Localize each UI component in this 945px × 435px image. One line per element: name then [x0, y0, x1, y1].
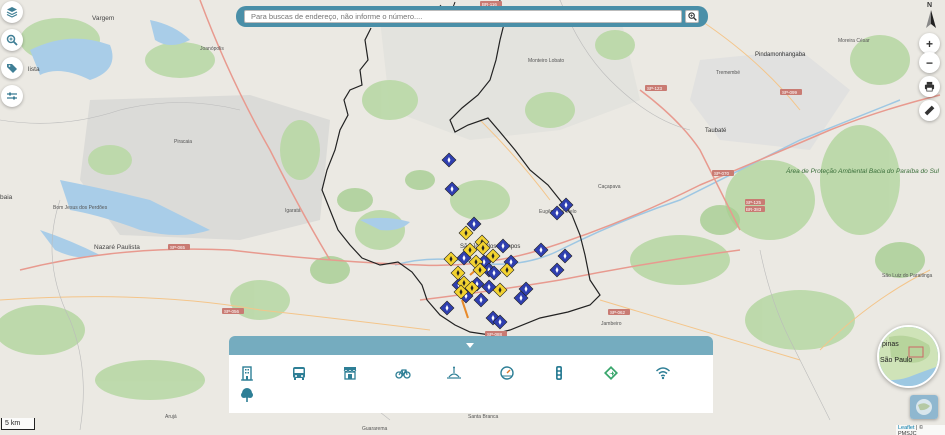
category-landmark[interactable] [445, 364, 463, 382]
zoom-search-button[interactable] [1, 29, 23, 51]
search-input[interactable] [244, 10, 682, 23]
shield-sp070: SP-070 [714, 171, 730, 176]
label-taubate: Taubaté [705, 128, 727, 134]
label-sao-luiz: São Luiz do Paraitinga [882, 273, 933, 279]
building-icon [241, 366, 253, 381]
zoom-out-label: − [925, 55, 933, 70]
category-bicycle[interactable] [394, 364, 412, 382]
left-toolbar [0, 0, 24, 110]
label-monteiro-lobato: Monteiro Lobato [528, 58, 564, 64]
north-arrow: N [921, 2, 941, 32]
label-bom-jesus: Bom Jesus dos Perdões [53, 205, 108, 211]
label-lista: lista [28, 66, 40, 73]
category-panel [229, 355, 713, 413]
market-icon [343, 367, 357, 380]
zoom-search-icon [6, 34, 18, 46]
category-wifi[interactable] [654, 364, 672, 382]
label-baia: baia [0, 194, 13, 201]
zoom-out-button[interactable]: − [919, 52, 940, 73]
tree-icon [241, 388, 253, 402]
wifi-icon [655, 367, 671, 380]
layers-button[interactable] [1, 1, 23, 23]
bicycle-icon [395, 369, 411, 379]
minimap[interactable]: pinas São Paulo [877, 325, 940, 388]
label-guararema: Guararema [362, 426, 388, 432]
label-apa: Área de Proteção Ambiental Bacia do Para… [785, 166, 940, 175]
category-building[interactable] [238, 364, 256, 382]
shield-sp125: SP-125 [746, 200, 762, 205]
category-bus[interactable] [290, 364, 308, 382]
search-button[interactable] [685, 10, 699, 23]
ruler-icon [924, 105, 935, 116]
shield-sp065: SP-065 [170, 245, 186, 250]
shield-br383: BR-383 [746, 207, 762, 212]
label-nazare: Nazaré Paulista [94, 244, 140, 251]
zoom-in-button[interactable]: + [919, 33, 940, 54]
traffic-light-icon [556, 366, 562, 380]
zoom-in-label: + [925, 36, 933, 51]
minimap-label-sao-paulo: São Paulo [880, 357, 913, 364]
attribution: Leaflet | © PMSJC [896, 425, 945, 435]
globe-icon [910, 395, 938, 419]
category-tree[interactable] [238, 386, 256, 404]
label-joanopolis: Joanópolis [200, 46, 224, 52]
tags-button[interactable] [1, 57, 23, 79]
label-aruja: Arujá [165, 414, 177, 420]
label-moreira-cesar: Moreira César [838, 38, 870, 44]
shield-sp099: SP-099 [782, 90, 798, 95]
filter-button[interactable] [1, 85, 23, 107]
scale-bar: 5 km [1, 418, 35, 430]
speed-icon [500, 366, 514, 380]
shield-sp123: SP-123 [647, 86, 663, 91]
category-speed[interactable] [498, 364, 516, 382]
category-traffic-light[interactable] [550, 364, 568, 382]
label-cacapava: Caçapava [598, 184, 621, 190]
label-igarata: Igaratá [285, 208, 301, 214]
label-jambeiro: Jambeiro [601, 321, 622, 327]
basemap-switch-button[interactable] [910, 395, 938, 419]
search-bar [236, 6, 708, 27]
minimap-label-campinas: pinas [882, 341, 899, 348]
category-road-sign[interactable] [602, 364, 620, 382]
label-piracaia: Piracaia [174, 139, 192, 145]
landmark-icon [447, 366, 461, 379]
label-tremembe: Tremembé [716, 70, 740, 76]
bus-icon [293, 367, 305, 380]
label-pindamonhangaba: Pindamonhangaba [755, 52, 806, 58]
search-icon [687, 12, 697, 21]
shield-sp062: SP-062 [610, 310, 626, 315]
printer-icon [924, 81, 935, 92]
filter-icon [7, 92, 17, 100]
shield-sp056: SP-056 [224, 309, 240, 314]
tags-icon [7, 64, 17, 73]
north-arrow-icon [926, 10, 936, 28]
measure-button[interactable] [919, 100, 940, 121]
category-market[interactable] [341, 364, 359, 382]
layers-icon [6, 7, 18, 18]
print-button[interactable] [919, 76, 940, 97]
label-vargem: Vargem [92, 15, 114, 22]
label-santa-branca: Santa Branca [468, 414, 499, 420]
road-sign-icon [604, 366, 618, 380]
chevron-down-icon[interactable] [465, 342, 475, 350]
